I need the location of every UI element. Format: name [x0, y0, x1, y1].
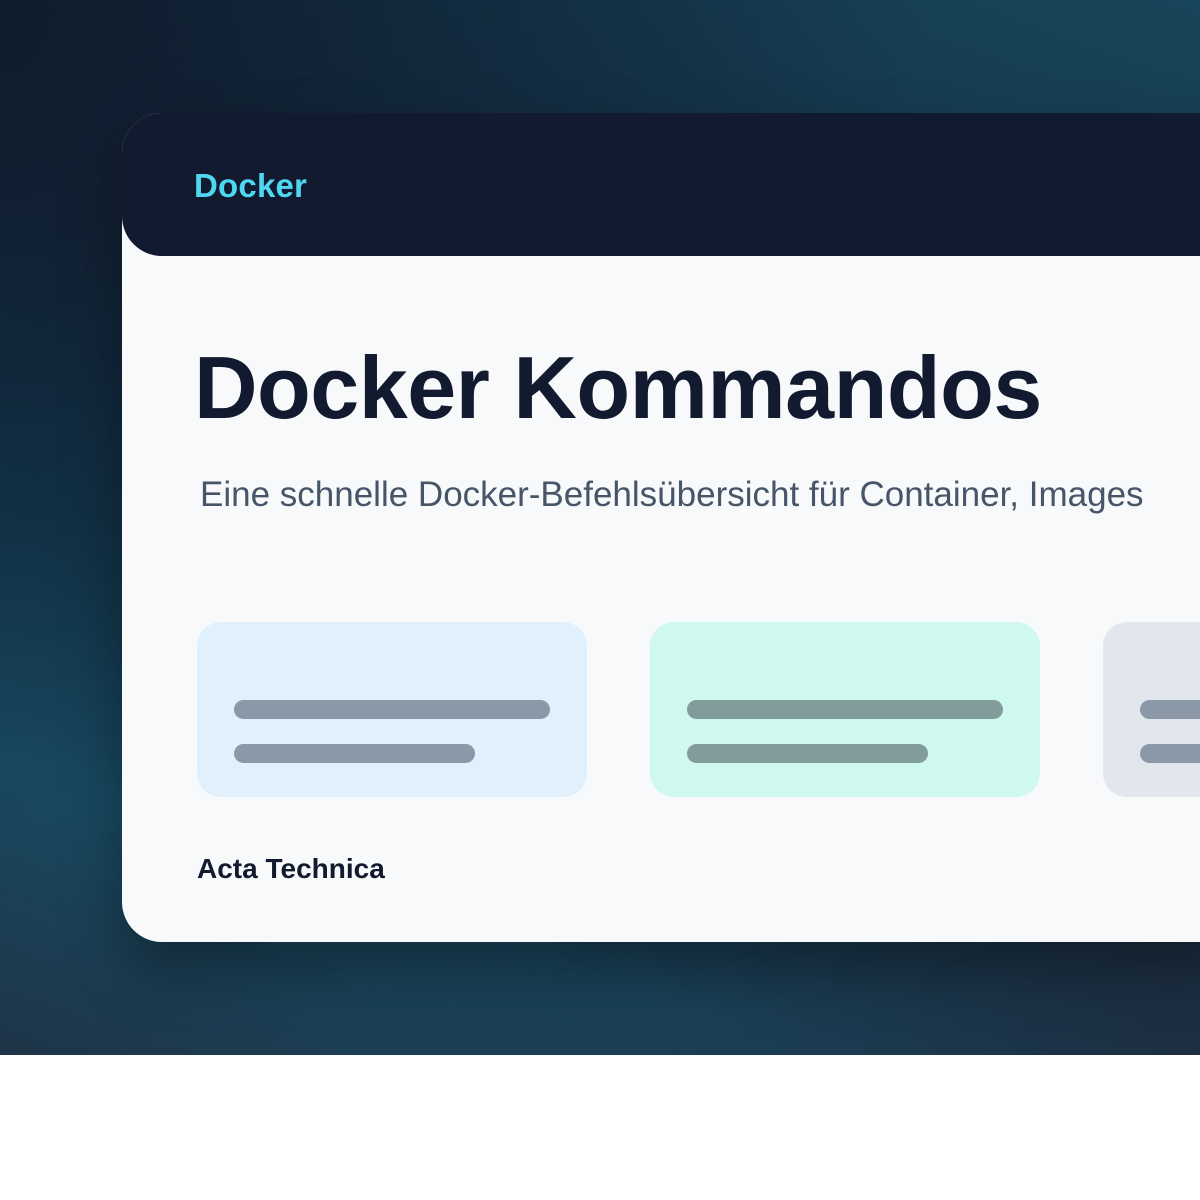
tile-placeholder-line: [234, 700, 550, 719]
page-subtitle: Eine schnelle Docker-Befehlsübersicht fü…: [200, 475, 1144, 514]
header-brand[interactable]: Docker: [194, 167, 307, 205]
tile-placeholder-line: [1140, 744, 1200, 763]
tile-placeholder-line: [234, 744, 475, 763]
footer-brand: Acta Technica: [197, 853, 385, 884]
tile-green[interactable]: [650, 622, 1040, 797]
page-bottom-blank: [0, 1055, 1200, 1200]
tile-placeholder-line: [1140, 700, 1200, 719]
tile-blue[interactable]: [197, 622, 587, 797]
card-header: Docker: [122, 113, 1200, 256]
preview-card: Docker Docker Kommandos Eine schnelle Do…: [122, 113, 1200, 942]
tile-gray[interactable]: [1103, 622, 1200, 797]
page-title: Docker Kommandos: [194, 338, 1042, 437]
tile-placeholder-line: [687, 744, 928, 763]
tile-placeholder-line: [687, 700, 1003, 719]
